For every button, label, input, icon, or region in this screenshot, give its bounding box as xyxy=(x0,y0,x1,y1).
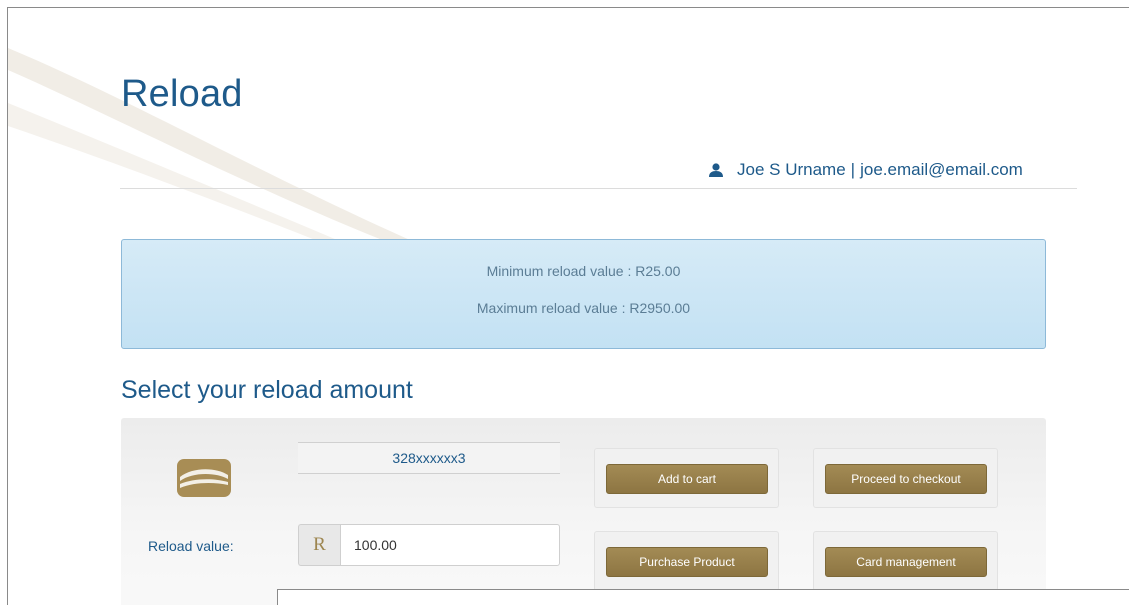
card-management-cell: Card management xyxy=(813,531,998,591)
card-management-button[interactable]: Card management xyxy=(825,547,987,577)
section-title: Select your reload amount xyxy=(121,376,413,404)
main-frame: Reload Joe S Urname | joe.email@email.co… xyxy=(7,7,1129,605)
card-logo-icon xyxy=(177,459,231,497)
user-email[interactable]: joe.email@email.com xyxy=(860,160,1023,180)
user-separator: | xyxy=(850,160,856,179)
add-to-cart-button[interactable]: Add to cart xyxy=(606,464,768,494)
header-divider xyxy=(120,188,1077,189)
background-swoosh xyxy=(8,48,428,258)
user-name[interactable]: Joe S Urname xyxy=(737,160,846,180)
proceed-to-checkout-cell: Proceed to checkout xyxy=(813,448,998,508)
proceed-to-checkout-button[interactable]: Proceed to checkout xyxy=(825,464,987,494)
page-title: Reload xyxy=(121,73,243,115)
max-reload-text: Maximum reload value : R2950.00 xyxy=(476,300,691,316)
min-reload-text: Minimum reload value : R25.00 xyxy=(486,263,681,279)
user-icon xyxy=(708,162,724,178)
purchase-product-cell: Purchase Product xyxy=(594,531,779,591)
reload-panel: 328xxxxxx3 Reload value: R Add to cart P… xyxy=(121,418,1046,605)
reload-limits-info: Minimum reload value : R25.00 Maximum re… xyxy=(121,239,1046,349)
currency-addon: R xyxy=(298,524,340,566)
overlapping-window xyxy=(277,589,1129,605)
card-number: 328xxxxxx3 xyxy=(298,442,560,474)
purchase-product-button[interactable]: Purchase Product xyxy=(606,547,768,577)
user-bar: Joe S Urname | joe.email@email.com xyxy=(708,158,1023,182)
reload-value-group: R xyxy=(298,524,560,566)
reload-value-input[interactable] xyxy=(340,524,560,566)
add-to-cart-cell: Add to cart xyxy=(594,448,779,508)
reload-value-label: Reload value: xyxy=(148,538,234,554)
